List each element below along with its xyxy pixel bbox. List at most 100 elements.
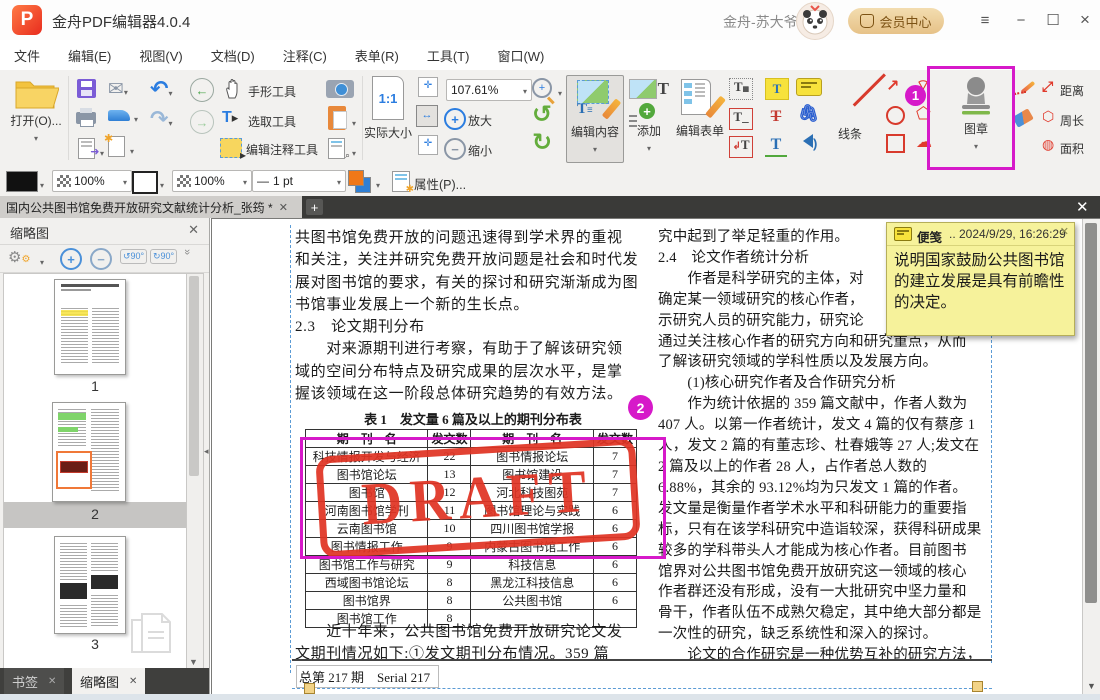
stamp-button[interactable]: 图章 bbox=[944, 74, 1008, 162]
line-width-select[interactable]: —1 pt bbox=[252, 170, 346, 192]
ellipse-tool-icon[interactable] bbox=[886, 106, 905, 125]
export-button[interactable]: ➜ bbox=[74, 137, 98, 159]
sidebar-scrollbar-thumb[interactable] bbox=[189, 276, 199, 476]
thumbnail-zoom-in-icon[interactable]: + bbox=[60, 248, 82, 270]
pencil-tool-icon[interactable] bbox=[1014, 80, 1034, 100]
print-button[interactable] bbox=[74, 107, 98, 129]
doc-search-button[interactable]: ⌕ bbox=[328, 138, 345, 159]
zoom-level-select[interactable]: 107.61% bbox=[446, 79, 532, 101]
snapshot-button[interactable] bbox=[326, 80, 354, 98]
fit-visible-icon[interactable]: ✛ bbox=[418, 135, 438, 155]
sticky-note-tool-icon[interactable] bbox=[796, 78, 822, 96]
magnifier-dropdown-icon[interactable] bbox=[558, 84, 562, 99]
menu-item-6[interactable]: 工具(T) bbox=[413, 40, 484, 65]
cloud-tool-icon[interactable]: ☁ bbox=[916, 132, 932, 152]
document-scroll-down-icon[interactable]: ▼ bbox=[1087, 681, 1096, 691]
strikethrough-text-icon[interactable]: T bbox=[765, 107, 787, 127]
scan-button[interactable] bbox=[108, 110, 130, 121]
window-maximize-button[interactable]: ☐ bbox=[1040, 8, 1066, 32]
document-tab[interactable]: 国内公共图书馆免费开放研究文献统计分析_张筠 * ✕ bbox=[0, 196, 302, 218]
distance-tool-label[interactable]: 距离 bbox=[1060, 82, 1084, 99]
selection-handle[interactable] bbox=[972, 681, 983, 692]
redo-button[interactable]: ↷ bbox=[150, 106, 172, 132]
actual-size-label[interactable]: 实际大小 bbox=[364, 124, 412, 141]
undo-dropdown-icon[interactable] bbox=[168, 76, 172, 101]
email-dropdown-icon[interactable] bbox=[124, 79, 128, 100]
window-close-button[interactable]: × bbox=[1072, 8, 1098, 32]
typewriter-tool-icon[interactable]: T▦ bbox=[729, 78, 753, 100]
sidebar-close-icon[interactable]: ✕ bbox=[188, 222, 199, 238]
perimeter-tool-label[interactable]: 周长 bbox=[1060, 112, 1084, 129]
actual-size-icon[interactable]: 1:1 bbox=[372, 76, 404, 120]
thumbnail-settings-icon[interactable]: ⚙⚙ bbox=[8, 248, 30, 266]
redo-dropdown-icon[interactable] bbox=[168, 106, 172, 131]
zoom-in-label[interactable]: 放大 bbox=[468, 112, 492, 129]
menu-item-1[interactable]: 编辑(E) bbox=[54, 40, 125, 65]
polygon-tool-icon[interactable]: ⬠ bbox=[916, 104, 931, 124]
edit-annot-tool-label[interactable]: 编辑注释工具 bbox=[246, 141, 318, 158]
sticky-note-popup[interactable]: 便笺 .. 2024/9/29, 16:26:29 ✕ 说明国家鼓励公共图书馆的… bbox=[886, 222, 1075, 336]
menu-item-0[interactable]: 文件 bbox=[0, 40, 54, 65]
draft-stamp-annotation[interactable]: DRAFT bbox=[315, 437, 641, 558]
thumbnail-zoom-out-icon[interactable]: − bbox=[90, 248, 112, 270]
arrow-tool-icon[interactable]: ↗ bbox=[886, 76, 899, 96]
color-pair-dropdown-icon[interactable] bbox=[376, 176, 380, 191]
fit-page-icon[interactable]: ✛ bbox=[418, 77, 438, 97]
scan-dropdown-icon[interactable] bbox=[134, 110, 138, 125]
email-button[interactable]: ✉ bbox=[108, 78, 128, 101]
document-scrollbar-thumb[interactable] bbox=[1085, 223, 1097, 603]
open-button[interactable]: 打开(O)... bbox=[8, 74, 64, 144]
add-dropdown-icon[interactable] bbox=[647, 139, 651, 154]
zoom-out-label[interactable]: 缩小 bbox=[468, 142, 492, 159]
callout-tool-icon[interactable]: ↲T bbox=[729, 136, 753, 158]
stroke-color-swatch[interactable] bbox=[6, 171, 38, 192]
export-dropdown-icon[interactable] bbox=[100, 144, 104, 159]
page-thumbnail-1[interactable] bbox=[54, 279, 126, 375]
rotate-left-90-icon[interactable]: ↺90° bbox=[120, 249, 147, 264]
new-tab-button[interactable]: + bbox=[306, 199, 323, 215]
new-doc-button[interactable]: ✱ bbox=[108, 136, 125, 157]
hand-tool-button[interactable] bbox=[222, 78, 244, 100]
window-minimize-button[interactable]: − bbox=[1008, 8, 1034, 32]
select-tool-button[interactable]: T▸ bbox=[222, 109, 244, 131]
zoom-in-icon[interactable]: + bbox=[444, 108, 466, 130]
fill-color-swatch[interactable] bbox=[132, 171, 158, 194]
page-thumbnail-3[interactable] bbox=[54, 536, 126, 634]
properties-button[interactable]: 属性(P)... bbox=[414, 174, 466, 193]
fit-width-icon[interactable]: ↔ bbox=[416, 105, 438, 127]
hand-tool-label[interactable]: 手形工具 bbox=[248, 83, 296, 100]
thumbnail-settings-dropdown-icon[interactable] bbox=[40, 253, 44, 268]
save-button[interactable] bbox=[74, 77, 98, 99]
fill-color-dropdown-icon[interactable] bbox=[160, 176, 164, 191]
rotate-right-button[interactable]: ↻ bbox=[532, 128, 552, 157]
paste-button[interactable] bbox=[328, 106, 346, 130]
selection-handle[interactable] bbox=[304, 683, 315, 694]
bookmarks-tab[interactable]: 书签 ✕ bbox=[4, 668, 64, 694]
bookmarks-tab-close-icon[interactable]: ✕ bbox=[48, 676, 56, 687]
new-doc-dropdown-icon[interactable] bbox=[130, 142, 134, 157]
sidebar-scroll-down-icon[interactable]: ▼ bbox=[189, 657, 198, 667]
fill-opacity-select[interactable]: 100% bbox=[172, 170, 252, 192]
go-back-button[interactable]: ← bbox=[190, 78, 214, 102]
zoom-out-icon[interactable]: − bbox=[444, 138, 466, 160]
sound-tool-icon[interactable]: ) bbox=[796, 134, 817, 151]
textbox-tool-icon[interactable]: T_ bbox=[729, 108, 753, 130]
page-thumbnail-2[interactable] bbox=[52, 402, 126, 502]
menu-item-4[interactable]: 注释(C) bbox=[269, 40, 341, 65]
close-document-icon[interactable]: ✕ bbox=[1076, 198, 1089, 216]
member-center-button[interactable]: 会员中心 bbox=[848, 8, 944, 34]
thumbnails-tab-close-icon[interactable]: ✕ bbox=[129, 676, 137, 687]
line-tool-button[interactable] bbox=[836, 80, 872, 116]
link-tool-icon[interactable]: 🖇︎ bbox=[798, 104, 820, 124]
add-button[interactable]: T + 添加 bbox=[626, 75, 672, 161]
document-page[interactable]: 共图书馆免费开放的问题迅速得到学术界的重视和关注，关注并研究免费开放问题是社会和… bbox=[211, 218, 1100, 694]
stamp-dropdown-icon[interactable] bbox=[974, 137, 978, 152]
rectangle-tool-icon[interactable] bbox=[886, 134, 905, 153]
undo-button[interactable]: ↶ bbox=[150, 76, 172, 102]
paste-dropdown-icon[interactable] bbox=[352, 114, 356, 129]
note-body[interactable]: 说明国家鼓励公共图书馆的建立发展是具有前瞻性的决定。 bbox=[887, 246, 1074, 317]
area-tool-label[interactable]: 面积 bbox=[1060, 140, 1084, 157]
menu-item-2[interactable]: 视图(V) bbox=[125, 40, 196, 65]
sidebar-scrollbar[interactable]: ▼ bbox=[186, 273, 204, 670]
edit-content-dropdown-icon[interactable] bbox=[593, 140, 597, 155]
